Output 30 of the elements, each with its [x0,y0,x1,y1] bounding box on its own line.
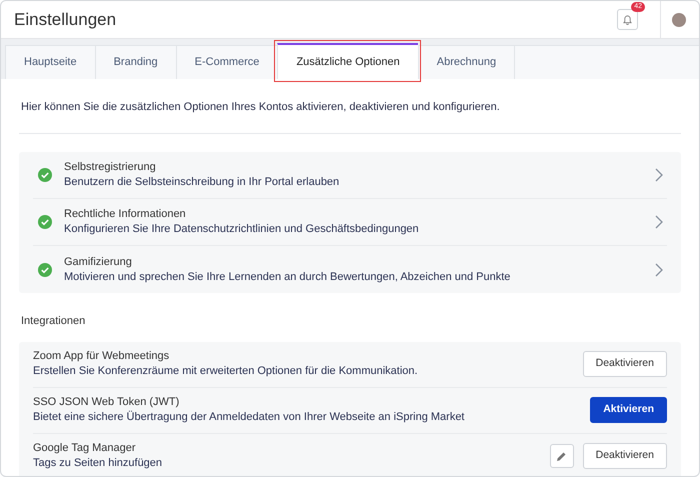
pencil-icon [556,450,568,462]
intro-text: Hier können Sie die zusätzlichen Optionen Ihres Kontos aktivieren, deaktivieren und konfigurieren. [21,100,501,114]
tab[interactable]: E-Commerce [176,45,278,78]
option-description: Motivieren und sprechen Sie Ihre Lernenden an durch Bewertungen, Abzeichen und Punkte [64,270,512,284]
bell-icon [623,14,632,24]
avatar[interactable] [672,12,686,26]
chevron-right-icon[interactable] [655,262,663,276]
toggle-button[interactable]: Aktivieren [590,397,667,423]
integration-title: Zoom App für Webmeetings [33,349,170,364]
section-heading: Integrationen [21,314,86,329]
page-title: Einstellungen [14,8,116,31]
integration-title: SSO JSON Web Token (JWT) [33,395,180,410]
integration-description: Bietet eine sichere Übertragung der Anmeldedaten von Ihrer Webseite an iSpring Market [33,410,466,425]
tab[interactable]: Branding [94,45,176,78]
option-description: Benutzern die Selbsteinschreibung in Ihr Portal erlauben [64,175,340,190]
option-title: Gamifizierung [64,254,133,270]
integration-description: Tags zu Seiten hinzufügen [33,456,164,471]
edit-button[interactable] [550,444,574,468]
chevron-right-icon[interactable] [655,168,663,182]
chevron-right-icon[interactable] [655,215,663,229]
option-title: Selbstregistrierung [64,160,157,175]
tab[interactable]: Hauptseite [5,45,95,78]
toggle-button[interactable]: Deaktivieren [582,443,667,469]
notification-button[interactable] [617,9,638,30]
toggle-button[interactable]: Deaktivieren [582,351,667,377]
option-title: Rechtliche Informationen [64,207,187,222]
integration-description: Erstellen Sie Konferenzräume mit erweiterten Optionen für die Kommunikation. [33,364,419,379]
option-description: Konfigurieren Sie Ihre Datenschutzrichtlinien und Geschäftsbedingungen [64,222,420,237]
integration-title: Google Tag Manager [33,441,137,456]
tab[interactable]: Abrechnung [418,45,514,78]
